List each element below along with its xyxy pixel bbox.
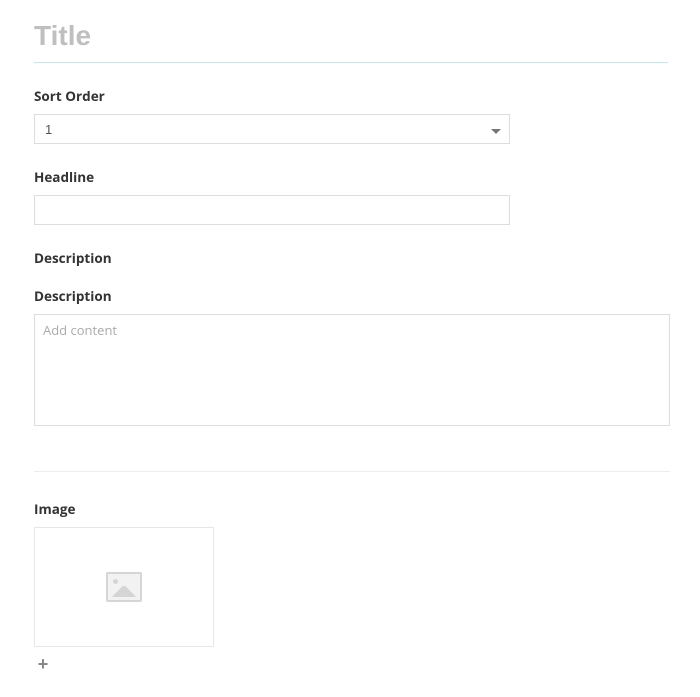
description-textarea[interactable] — [34, 314, 670, 426]
description-label: Description — [34, 287, 668, 305]
section-divider — [34, 471, 670, 472]
add-image-button[interactable]: + — [34, 655, 52, 673]
image-label: Image — [34, 500, 668, 518]
sort-order-field: Sort Order 1 — [34, 87, 668, 144]
sort-order-select-wrap: 1 — [34, 114, 510, 144]
title-input[interactable] — [34, 16, 668, 63]
description-heading: Description — [34, 249, 668, 267]
sort-order-label: Sort Order — [34, 87, 668, 105]
headline-field: Headline — [34, 168, 668, 225]
image-upload-dropzone[interactable] — [34, 527, 214, 647]
image-field: Image + — [34, 500, 668, 673]
headline-input[interactable] — [34, 195, 510, 225]
image-placeholder-icon — [106, 572, 142, 602]
sort-order-select[interactable]: 1 — [34, 114, 510, 144]
description-field: Description — [34, 287, 668, 431]
headline-label: Headline — [34, 168, 668, 186]
